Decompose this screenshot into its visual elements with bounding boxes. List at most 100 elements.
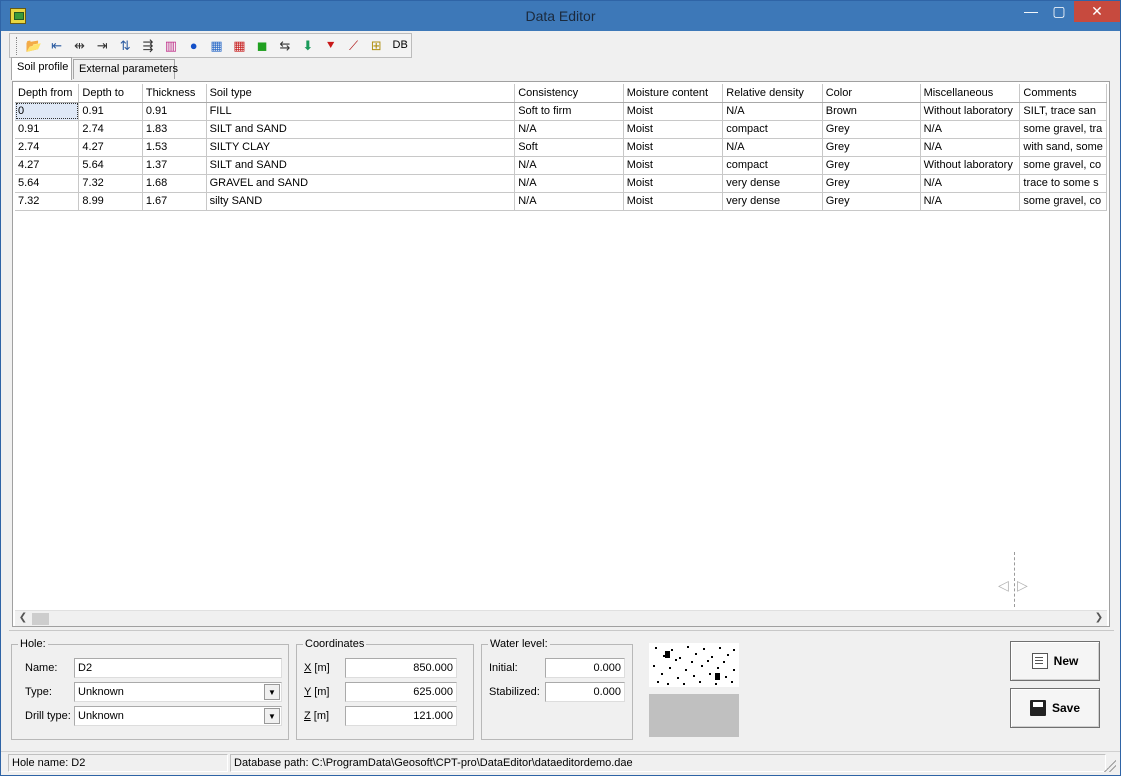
- table-cell[interactable]: Without laboratory: [920, 102, 1021, 121]
- table-cell[interactable]: 2.74: [78, 120, 143, 139]
- table-cell[interactable]: Moist: [623, 120, 724, 139]
- table-cell[interactable]: N/A: [920, 192, 1021, 211]
- table-cell[interactable]: Moist: [623, 174, 724, 193]
- table-cell[interactable]: 1.53: [142, 138, 207, 157]
- table-cell[interactable]: N/A: [920, 120, 1021, 139]
- water-drop-icon[interactable]: ●: [184, 36, 204, 56]
- initial-level-input[interactable]: 0.000: [545, 658, 625, 678]
- table-cell[interactable]: Soft to firm: [514, 102, 624, 121]
- table-cell[interactable]: Moist: [623, 156, 724, 175]
- table-cell[interactable]: 5.64: [15, 174, 80, 193]
- swap-icon[interactable]: ⇆: [275, 36, 295, 56]
- scroll-thumb[interactable]: [32, 613, 49, 625]
- table-cell[interactable]: 8.99: [78, 192, 143, 211]
- table-cell[interactable]: 0.91: [15, 120, 80, 139]
- table-cell[interactable]: SILTY CLAY: [206, 138, 516, 157]
- table-row[interactable]: 4.27 5.64 1.37 SILT and SAND N/A Moist compact…: [15, 156, 1107, 175]
- table-cell[interactable]: very dense: [722, 192, 823, 211]
- table-cell[interactable]: N/A: [722, 138, 823, 157]
- table-cell[interactable]: Grey: [822, 138, 921, 157]
- insert-column-icon[interactable]: ⇶: [138, 36, 158, 56]
- table-cell[interactable]: 4.27: [15, 156, 80, 175]
- table-cell[interactable]: 1.37: [142, 156, 207, 175]
- column-header[interactable]: Relative density: [722, 84, 823, 103]
- table-cell[interactable]: Brown: [822, 102, 921, 121]
- table-cell[interactable]: Without laboratory: [920, 156, 1021, 175]
- table-cell[interactable]: N/A: [514, 192, 624, 211]
- save-button[interactable]: Save: [1010, 688, 1100, 728]
- stabilized-level-input[interactable]: 0.000: [545, 682, 625, 702]
- table-cell[interactable]: N/A: [722, 102, 823, 121]
- blue-pattern-icon[interactable]: ▦: [207, 36, 227, 56]
- soil-pattern-preview[interactable]: [649, 643, 739, 687]
- table-cell[interactable]: 1.68: [142, 174, 207, 193]
- table-row[interactable]: 2.74 4.27 1.53 SILTY CLAY Soft Moist N/A Grey N/…: [15, 138, 1107, 157]
- table-cell[interactable]: 0.91: [78, 102, 143, 121]
- bookmark-icon[interactable]: ⯆: [321, 36, 341, 56]
- column-header[interactable]: Depth from: [15, 84, 80, 103]
- column-header[interactable]: Comments: [1019, 84, 1107, 103]
- tab-external-parameters[interactable]: External parameters: [73, 59, 178, 79]
- chevron-down-icon[interactable]: ▼: [264, 708, 280, 724]
- table-row[interactable]: 5.64 7.32 1.68 GRAVEL and SAND N/A Moist very …: [15, 174, 1107, 193]
- table-cell[interactable]: 0.91: [142, 102, 207, 121]
- toolbar-grip[interactable]: [16, 36, 19, 55]
- table-row[interactable]: 0.91 2.74 1.83 SILT and SAND N/A Moist compact…: [15, 120, 1107, 139]
- color-palette-icon[interactable]: ◼: [252, 36, 272, 56]
- table-row[interactable]: 0 0.91 0.91 FILL Soft to firm Moist N/A Brown Wi…: [15, 102, 1107, 121]
- table-cell[interactable]: N/A: [514, 120, 624, 139]
- column-header[interactable]: Soil type: [206, 84, 516, 103]
- drill-type-select[interactable]: Unknown ▼: [74, 706, 282, 726]
- table-cell[interactable]: Moist: [623, 192, 724, 211]
- table-cell[interactable]: Moist: [623, 102, 724, 121]
- chart-icon[interactable]: ⟋: [344, 36, 364, 56]
- table-cell[interactable]: N/A: [920, 174, 1021, 193]
- chevron-down-icon[interactable]: ▼: [264, 684, 280, 700]
- table-cell[interactable]: GRAVEL and SAND: [206, 174, 516, 193]
- y-coordinate-input[interactable]: 625.000: [345, 682, 457, 702]
- horizontal-scrollbar[interactable]: ❮ ❯: [15, 610, 1107, 626]
- insert-row-icon[interactable]: ⇤: [47, 36, 67, 56]
- table-cell[interactable]: 1.67: [142, 192, 207, 211]
- table-cell[interactable]: SILT, trace san: [1019, 102, 1107, 121]
- table-cell[interactable]: trace to some s: [1019, 174, 1107, 193]
- table-cell[interactable]: compact: [722, 120, 823, 139]
- table-cell[interactable]: 0: [15, 102, 80, 121]
- open-folder-icon[interactable]: 📂: [24, 36, 44, 56]
- maximize-button[interactable]: ▢: [1045, 1, 1073, 22]
- soil-column-icon[interactable]: ▥: [161, 36, 181, 56]
- append-row-icon[interactable]: ⇥: [92, 36, 112, 56]
- column-header[interactable]: Miscellaneous: [920, 84, 1021, 103]
- table-cell[interactable]: N/A: [920, 138, 1021, 157]
- table-cell[interactable]: 7.32: [15, 192, 80, 211]
- column-header[interactable]: Thickness: [142, 84, 207, 103]
- table-cell[interactable]: 5.64: [78, 156, 143, 175]
- table-cell[interactable]: silty SAND: [206, 192, 516, 211]
- table-cell[interactable]: compact: [722, 156, 823, 175]
- table-cell[interactable]: some gravel, co: [1019, 192, 1107, 211]
- table-cell[interactable]: Grey: [822, 174, 921, 193]
- table-cell[interactable]: 1.83: [142, 120, 207, 139]
- new-button[interactable]: New: [1010, 641, 1100, 681]
- column-header[interactable]: Moisture content: [623, 84, 724, 103]
- table-cell[interactable]: Grey: [822, 120, 921, 139]
- table-cell[interactable]: N/A: [514, 174, 624, 193]
- column-header[interactable]: Depth to: [78, 84, 143, 103]
- size-grip[interactable]: [1104, 760, 1116, 772]
- table-cell[interactable]: Grey: [822, 192, 921, 211]
- scroll-left-icon[interactable]: ❮: [15, 612, 31, 626]
- hierarchy-icon[interactable]: ⊞: [366, 36, 386, 56]
- table-cell[interactable]: N/A: [514, 156, 624, 175]
- soil-color-swatch[interactable]: [649, 694, 739, 737]
- database-label[interactable]: DB: [389, 36, 411, 56]
- hole-name-input[interactable]: D2: [74, 658, 282, 678]
- table-cell[interactable]: 4.27: [78, 138, 143, 157]
- column-header[interactable]: Color: [822, 84, 921, 103]
- table-cell[interactable]: Grey: [822, 156, 921, 175]
- table-cell[interactable]: SILT and SAND: [206, 156, 516, 175]
- sort-az-icon[interactable]: ⇅: [115, 36, 135, 56]
- close-button[interactable]: ✕: [1074, 1, 1120, 22]
- z-coordinate-input[interactable]: 121.000: [345, 706, 457, 726]
- table-cell[interactable]: SILT and SAND: [206, 120, 516, 139]
- tab-soil-profile[interactable]: Soil profile: [11, 57, 72, 80]
